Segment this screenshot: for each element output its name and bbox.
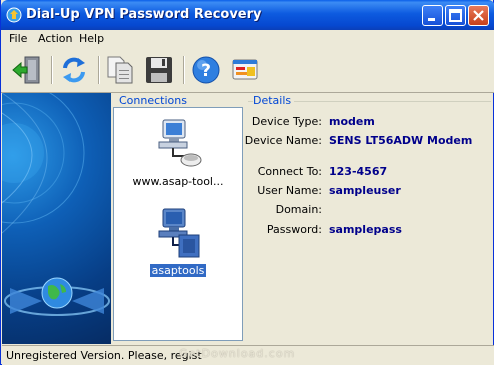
toolbar-separator	[183, 56, 185, 84]
detail-value: 123-4567	[329, 165, 388, 178]
toolbar-separator	[51, 56, 53, 84]
minimize-icon	[428, 18, 435, 21]
detail-row-device-type: Device Type: modem	[249, 115, 491, 131]
connections-list[interactable]: www.asap-tool... asaptools	[113, 107, 243, 341]
detail-value: sampleuser	[329, 184, 401, 197]
exit-door-icon	[12, 56, 40, 84]
connections-heading: Connections	[119, 94, 187, 107]
maximize-button[interactable]	[445, 5, 466, 26]
detail-key: Device Name:	[244, 134, 322, 147]
help-icon: ?	[192, 56, 220, 84]
toolbar: ?	[1, 48, 494, 93]
network-computer-icon	[158, 208, 200, 258]
decorative-side-panel	[2, 93, 111, 344]
close-icon	[473, 10, 484, 21]
help-button[interactable]: ?	[189, 53, 223, 87]
detail-key: Domain:	[275, 203, 322, 216]
network-computer-icon	[158, 119, 202, 167]
menu-bar: File Action Help	[1, 30, 494, 48]
save-button[interactable]	[142, 53, 176, 87]
detail-row-password: Password: samplepass	[249, 223, 491, 239]
menu-help[interactable]: Help	[79, 32, 104, 45]
copy-icon	[107, 56, 133, 84]
detail-key: Connect To:	[257, 165, 322, 178]
detail-value: SENS LT56ADW Modem	[329, 134, 473, 147]
connection-item-selected[interactable]: asaptools	[114, 205, 242, 277]
about-button[interactable]	[229, 53, 263, 87]
connection-item[interactable]: www.asap-tool...	[114, 116, 242, 188]
svg-text:?: ?	[201, 61, 211, 81]
detail-value: samplepass	[329, 223, 402, 236]
detail-row-device-name: Device Name: SENS LT56ADW Modem	[245, 134, 491, 150]
connection-name: www.asap-tool...	[132, 175, 224, 188]
title-bar[interactable]: Dial-Up VPN Password Recovery	[1, 0, 494, 30]
detail-row-connect-to: Connect To: 123-4567	[249, 165, 491, 181]
exit-button[interactable]	[10, 53, 44, 87]
detail-row-user-name: User Name: sampleuser	[249, 184, 491, 200]
copy-button[interactable]	[104, 53, 138, 87]
detail-key: Password:	[266, 223, 322, 236]
detail-row-domain: Domain:	[249, 203, 491, 219]
minimize-button[interactable]	[422, 5, 443, 26]
connection-name: asaptools	[149, 264, 207, 277]
app-icon	[6, 7, 22, 23]
window-title: Dial-Up VPN Password Recovery	[26, 7, 262, 22]
menu-file[interactable]: File	[9, 32, 27, 45]
menu-action[interactable]: Action	[38, 32, 72, 45]
maximize-icon	[449, 9, 462, 22]
about-card-icon	[232, 59, 258, 80]
toolbar-separator	[98, 56, 100, 84]
refresh-icon	[63, 57, 85, 83]
detail-key: Device Type:	[251, 115, 322, 128]
app-window: Dial-Up VPN Password Recovery File Actio…	[0, 0, 494, 365]
save-icon	[146, 57, 172, 83]
close-button[interactable]	[468, 5, 489, 26]
network-globe-illustration	[2, 93, 110, 316]
details-heading: Details	[253, 94, 295, 107]
detail-key: User Name:	[257, 184, 322, 197]
refresh-button[interactable]	[57, 53, 91, 87]
detail-value: modem	[329, 115, 375, 128]
watermark: GetDownload.com	[179, 347, 296, 360]
status-text: Unregistered Version. Please, regist	[6, 349, 202, 362]
